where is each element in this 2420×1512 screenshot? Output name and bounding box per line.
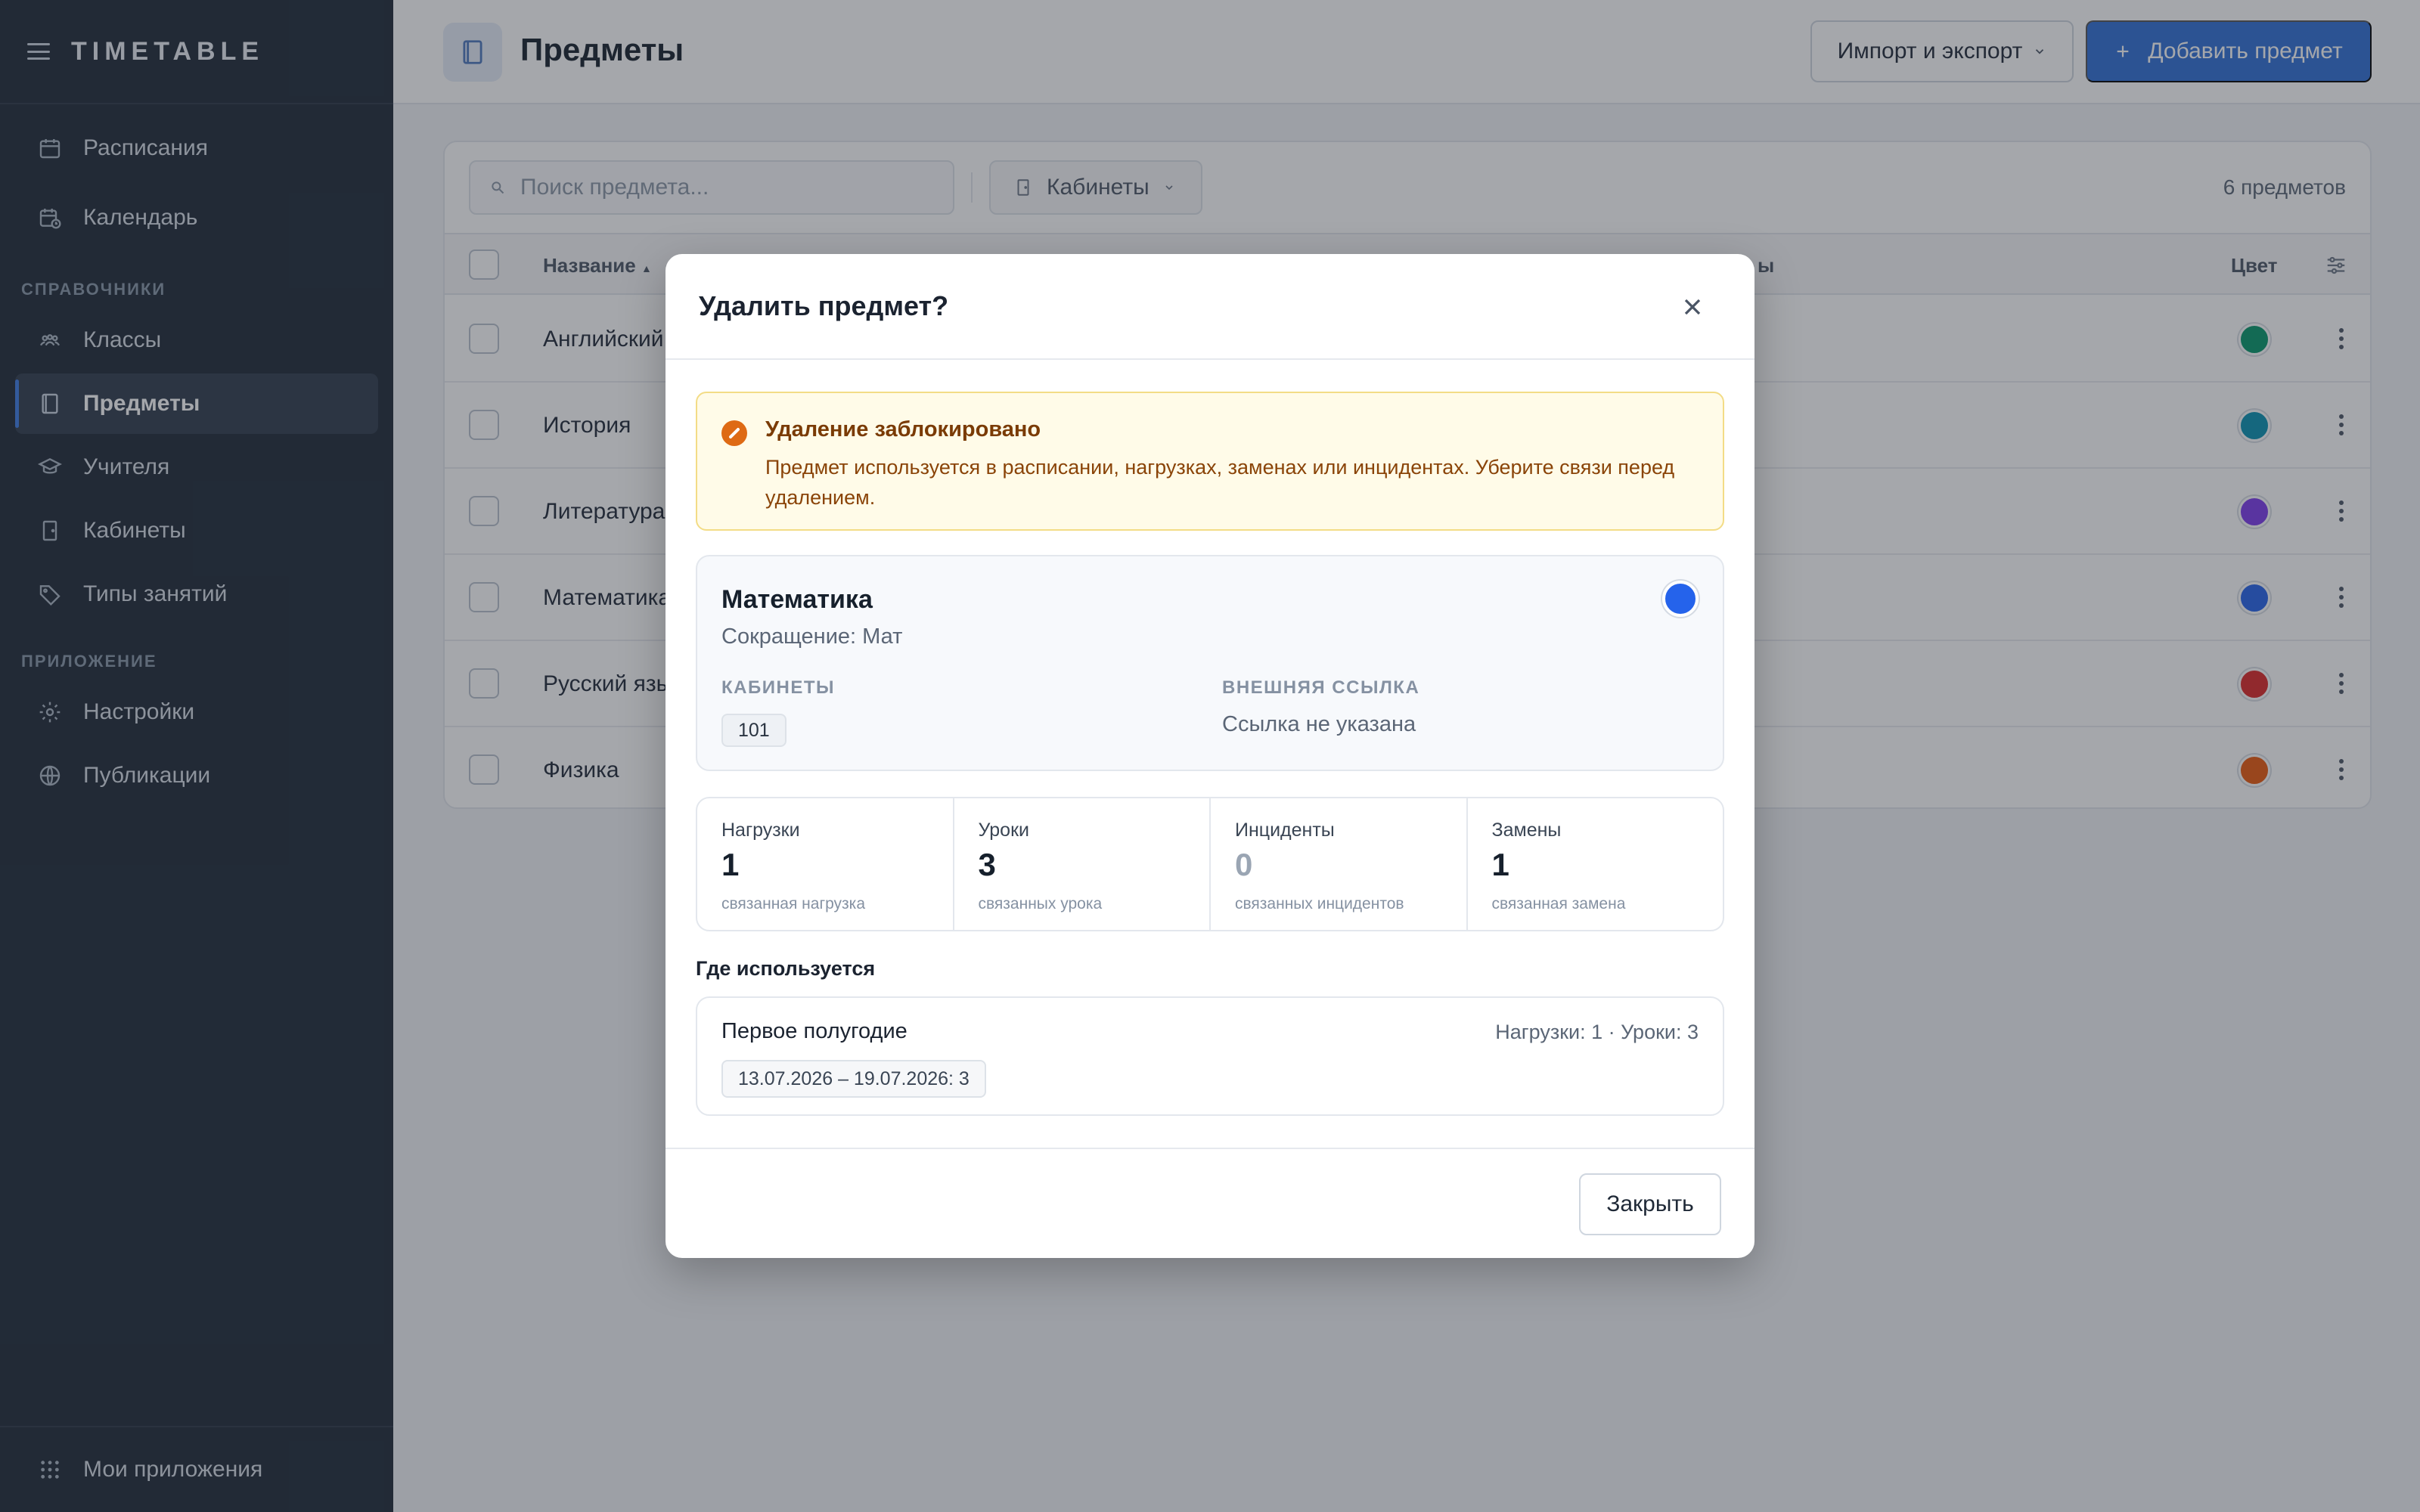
stat-label: Инциденты: [1235, 820, 1335, 841]
subject-name: Математика: [721, 585, 873, 614]
delete-subject-dialog: Удалить предмет? Удаление заблокировано …: [666, 254, 1754, 1258]
stat-substitutions: Замены 1 связанная замена: [1468, 798, 1723, 930]
usage-item: Первое полугодие Нагрузки: 1 · Уроки: 3 …: [696, 996, 1724, 1116]
usage-period-meta: Нагрузки: 1 · Уроки: 3: [1495, 1021, 1699, 1043]
dialog-footer: Закрыть: [666, 1148, 1754, 1258]
subject-info-card: Математика Сокращение: Мат КАБИНЕТЫ 101 …: [696, 555, 1724, 771]
dialog-header: Удалить предмет?: [666, 254, 1754, 360]
usage-stats: Нагрузки 1 связанная нагрузка Уроки 3 св…: [696, 797, 1724, 931]
blocked-alert: Удаление заблокировано Предмет используе…: [696, 392, 1724, 531]
stat-label: Замены: [1491, 820, 1562, 841]
stat-value: 1: [721, 847, 740, 882]
alert-text: Предмет используется в расписании, нагру…: [765, 456, 1675, 509]
stat-label: Нагрузки: [721, 820, 800, 841]
close-button[interactable]: Закрыть: [1579, 1173, 1721, 1235]
stat-label: Уроки: [978, 820, 1029, 841]
room-chip: 101: [721, 714, 786, 747]
external-link-value: Ссылка не указана: [1222, 712, 1416, 736]
stat-caption: связанная замена: [1491, 895, 1626, 912]
external-link-label: ВНЕШНЯЯ ССЫЛКА: [1222, 677, 1420, 698]
stat-caption: связанных инцидентов: [1235, 895, 1404, 912]
subject-abbreviation: Сокращение: Мат: [721, 624, 903, 649]
usage-period-name: Первое полугодие: [721, 1019, 908, 1043]
stat-value: 3: [978, 847, 996, 882]
subject-color-swatch: [1662, 581, 1699, 617]
stat-caption: связанных урока: [978, 895, 1103, 912]
stat-lessons: Уроки 3 связанных урока: [954, 798, 1211, 930]
stat-value: 0: [1235, 847, 1253, 882]
stat-caption: связанная нагрузка: [721, 895, 866, 912]
stat-value: 1: [1491, 847, 1509, 882]
close-icon[interactable]: [1679, 293, 1706, 321]
stat-incidents: Инциденты 0 связанных инцидентов: [1211, 798, 1468, 930]
blocked-icon: [721, 420, 747, 446]
dialog-title: Удалить предмет?: [699, 290, 949, 321]
usage-section-title: Где используется: [696, 957, 876, 980]
alert-title: Удаление заблокировано: [765, 417, 1041, 442]
usage-date-range-chip: 13.07.2026 – 19.07.2026: 3: [721, 1060, 986, 1098]
stat-loads: Нагрузки 1 связанная нагрузка: [697, 798, 954, 930]
rooms-label: КАБИНЕТЫ: [721, 677, 835, 698]
